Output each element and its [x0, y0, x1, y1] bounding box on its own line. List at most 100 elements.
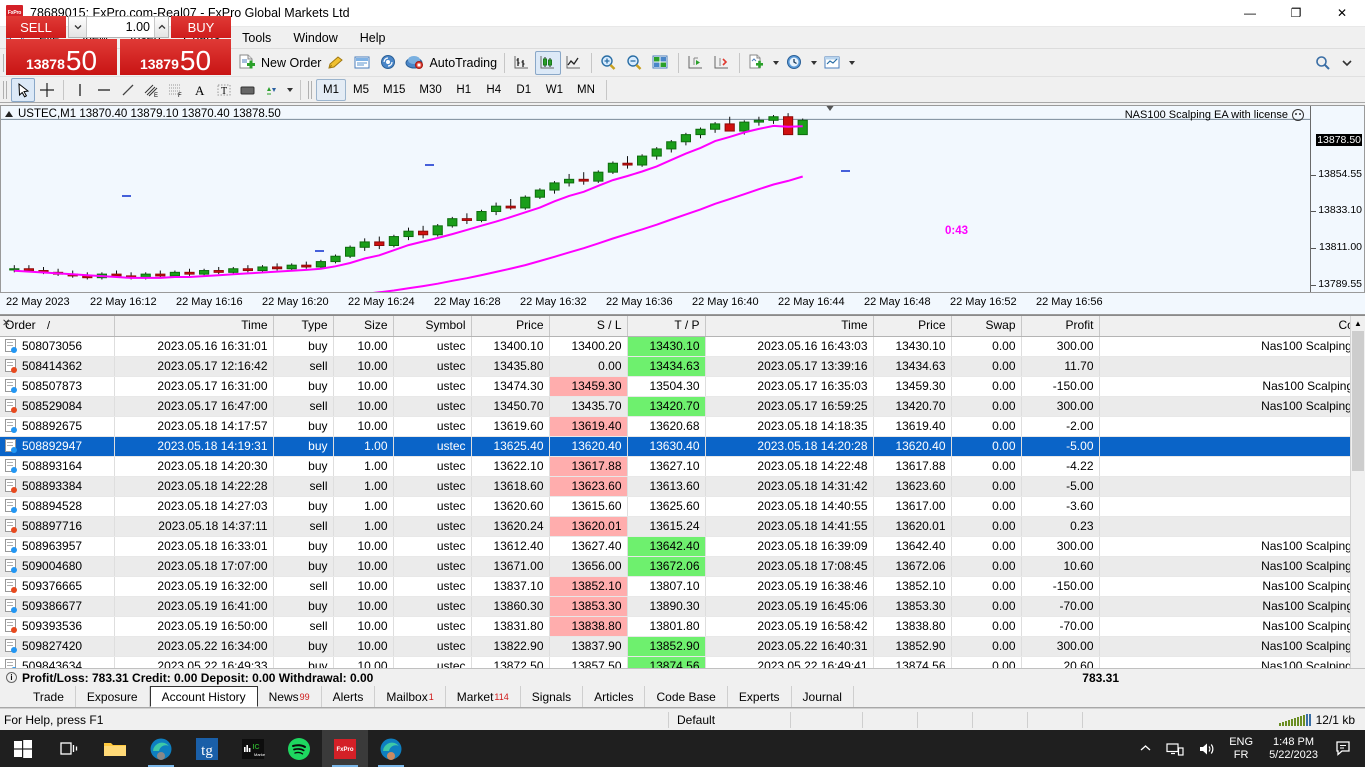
table-row[interactable]: 508893164 2023.05.18 14:20:30 buy 1.00 ustec… — [0, 456, 1365, 477]
price-scale[interactable]: 13878.50 13854.55 13833.10 13811.00 13789.55 — [1310, 106, 1364, 292]
mql5-community-button[interactable] — [350, 51, 376, 75]
col-take-profit[interactable]: T / P — [627, 316, 706, 337]
terminal-close-icon[interactable]: ✕ — [2, 318, 10, 329]
tab-market[interactable]: Market 114 — [446, 686, 521, 707]
taskbar-clock[interactable]: 1:48 PM 5/22/2023 — [1259, 736, 1328, 762]
period-button[interactable] — [782, 51, 808, 75]
table-row[interactable]: 508073056 2023.05.16 16:31:01 buy 10.00 uste… — [0, 336, 1365, 357]
tf-toolbar-grip[interactable] — [308, 80, 312, 99]
templates-dropdown-icon[interactable] — [849, 60, 856, 65]
vertical-line-tool[interactable] — [68, 78, 92, 102]
indicators-dropdown-icon[interactable] — [773, 60, 780, 65]
table-row[interactable]: 508892947 2023.05.18 14:19:31 buy 1.00 ustec… — [0, 436, 1365, 457]
chart-autoscroll-button[interactable] — [709, 51, 735, 75]
account-history-table-container[interactable]: Order / Time Type Size Symbol Price S / … — [0, 316, 1365, 668]
menu-window[interactable]: Window — [282, 28, 348, 48]
action-center-icon[interactable] — [1328, 740, 1365, 757]
col-profit[interactable]: Profit — [1021, 316, 1100, 337]
volume-stepper[interactable]: 1.00 — [68, 16, 169, 38]
col-close-time[interactable]: Time — [705, 316, 874, 337]
status-profile[interactable]: Default — [668, 711, 790, 728]
tab-articles[interactable]: Articles — [583, 686, 646, 707]
autotrading-button[interactable]: AutoTrading — [402, 51, 500, 75]
table-row[interactable]: 509843634 2023.05.22 16:49:33 buy 10.00 uste… — [0, 656, 1365, 668]
templates-button[interactable] — [820, 51, 846, 75]
table-vertical-scrollbar[interactable]: ▲ — [1350, 316, 1365, 668]
candlestick-chart-button[interactable] — [535, 50, 562, 75]
text-label-tool[interactable]: T — [212, 78, 236, 102]
chart-window[interactable]: USTEC,M1 13870.40 13879.10 13870.40 1387… — [0, 105, 1365, 293]
tab-journal[interactable]: Journal — [792, 686, 854, 707]
timeframe-d1[interactable]: D1 — [509, 79, 539, 101]
col-stop-loss[interactable]: S / L — [549, 316, 628, 337]
text-tool[interactable]: A — [188, 78, 212, 102]
tab-experts[interactable]: Experts — [728, 686, 792, 707]
table-row[interactable]: 508507873 2023.05.17 16:31:00 buy 10.00 uste… — [0, 376, 1365, 397]
tab-trade[interactable]: Trade — [22, 686, 76, 707]
col-order[interactable]: Order / — [0, 316, 115, 337]
toolbar-overflow-icon[interactable] — [1335, 51, 1359, 75]
timeframe-m1[interactable]: M1 — [316, 78, 346, 101]
scroll-thumb[interactable] — [1352, 331, 1364, 471]
rectangle-tool[interactable] — [236, 78, 260, 102]
tab-exposure[interactable]: Exposure — [76, 686, 150, 707]
scroll-up-icon[interactable]: ▲ — [1351, 316, 1365, 331]
table-row[interactable]: 508894528 2023.05.18 14:27:03 buy 1.00 ustec… — [0, 496, 1365, 517]
volume-value[interactable]: 1.00 — [87, 17, 154, 37]
signals-button[interactable] — [376, 51, 402, 75]
buy-price-button[interactable]: 13879 50 — [120, 39, 231, 75]
line-chart-button[interactable] — [561, 51, 587, 75]
timeframe-m5[interactable]: M5 — [346, 79, 376, 101]
fibonacci-tool[interactable]: F — [164, 78, 188, 102]
edge-beta-icon[interactable] — [368, 730, 414, 767]
col-swap[interactable]: Swap — [951, 316, 1022, 337]
volume-icon[interactable] — [1191, 741, 1223, 757]
tile-windows-button[interactable] — [648, 51, 674, 75]
search-icon[interactable] — [1311, 51, 1335, 75]
collapse-triangle-icon[interactable] — [5, 111, 13, 117]
arrows-dropdown-icon[interactable] — [287, 87, 293, 92]
tab-mailbox[interactable]: Mailbox 1 — [375, 686, 446, 707]
chart-shift-button[interactable] — [683, 51, 709, 75]
metaeditor-button[interactable] — [324, 51, 350, 75]
menu-help[interactable]: Help — [349, 28, 397, 48]
menu-tools[interactable]: Tools — [231, 28, 282, 48]
close-button[interactable]: ✕ — [1319, 0, 1365, 27]
indicators-button[interactable] — [744, 51, 770, 75]
cursor-tool[interactable] — [11, 77, 35, 102]
tg-icon[interactable]: tg — [184, 730, 230, 767]
table-row[interactable]: 508414362 2023.05.17 12:16:42 sell 10.00 ust… — [0, 356, 1365, 377]
one-click-trading-panel[interactable]: SELL 1.00 BUY 13878 50 13879 50 — [6, 16, 231, 75]
maximize-button[interactable]: ❐ — [1273, 0, 1319, 27]
chart-plot-area[interactable]: 0:43 — [1, 106, 1312, 292]
timeframe-m30[interactable]: M30 — [412, 79, 448, 101]
line-toolbar-grip[interactable] — [3, 80, 7, 99]
file-explorer-icon[interactable] — [92, 730, 138, 767]
time-scale[interactable]: 22 May 2023 22 May 16:12 22 May 16:16 22 Ma… — [0, 293, 1365, 315]
col-symbol[interactable]: Symbol — [393, 316, 472, 337]
tab-alerts[interactable]: Alerts — [322, 686, 376, 707]
table-row[interactable]: 508897716 2023.05.18 14:37:11 sell 1.00 uste… — [0, 516, 1365, 537]
col-type[interactable]: Type — [273, 316, 334, 337]
horizontal-line-tool[interactable] — [92, 78, 116, 102]
sell-button[interactable]: SELL — [6, 16, 66, 38]
tray-expand-icon[interactable] — [1132, 742, 1159, 755]
timeframe-m15[interactable]: M15 — [376, 79, 412, 101]
timeframe-h1[interactable]: H1 — [449, 79, 479, 101]
timeframe-h4[interactable]: H4 — [479, 79, 509, 101]
tab-code-base[interactable]: Code Base — [645, 686, 728, 707]
tab-account-history[interactable]: Account History — [149, 686, 258, 707]
bar-chart-button[interactable] — [509, 51, 535, 75]
col-comment[interactable]: Comment — [1099, 316, 1365, 337]
edge-icon[interactable] — [138, 730, 184, 767]
table-row[interactable]: 509376665 2023.05.19 16:32:00 sell 10.00 ust… — [0, 576, 1365, 597]
zoom-in-button[interactable] — [596, 51, 622, 75]
col-open-price[interactable]: Price — [471, 316, 550, 337]
table-row[interactable]: 509004680 2023.05.18 17:07:00 buy 10.00 uste… — [0, 556, 1365, 577]
network-icon[interactable] — [1159, 741, 1191, 757]
volume-down-icon[interactable] — [69, 17, 87, 37]
table-row[interactable]: 509386677 2023.05.19 16:41:00 buy 10.00 uste… — [0, 596, 1365, 617]
timeframe-mn[interactable]: MN — [570, 79, 602, 101]
tab-signals[interactable]: Signals — [521, 686, 584, 707]
col-close-price[interactable]: Price — [873, 316, 952, 337]
